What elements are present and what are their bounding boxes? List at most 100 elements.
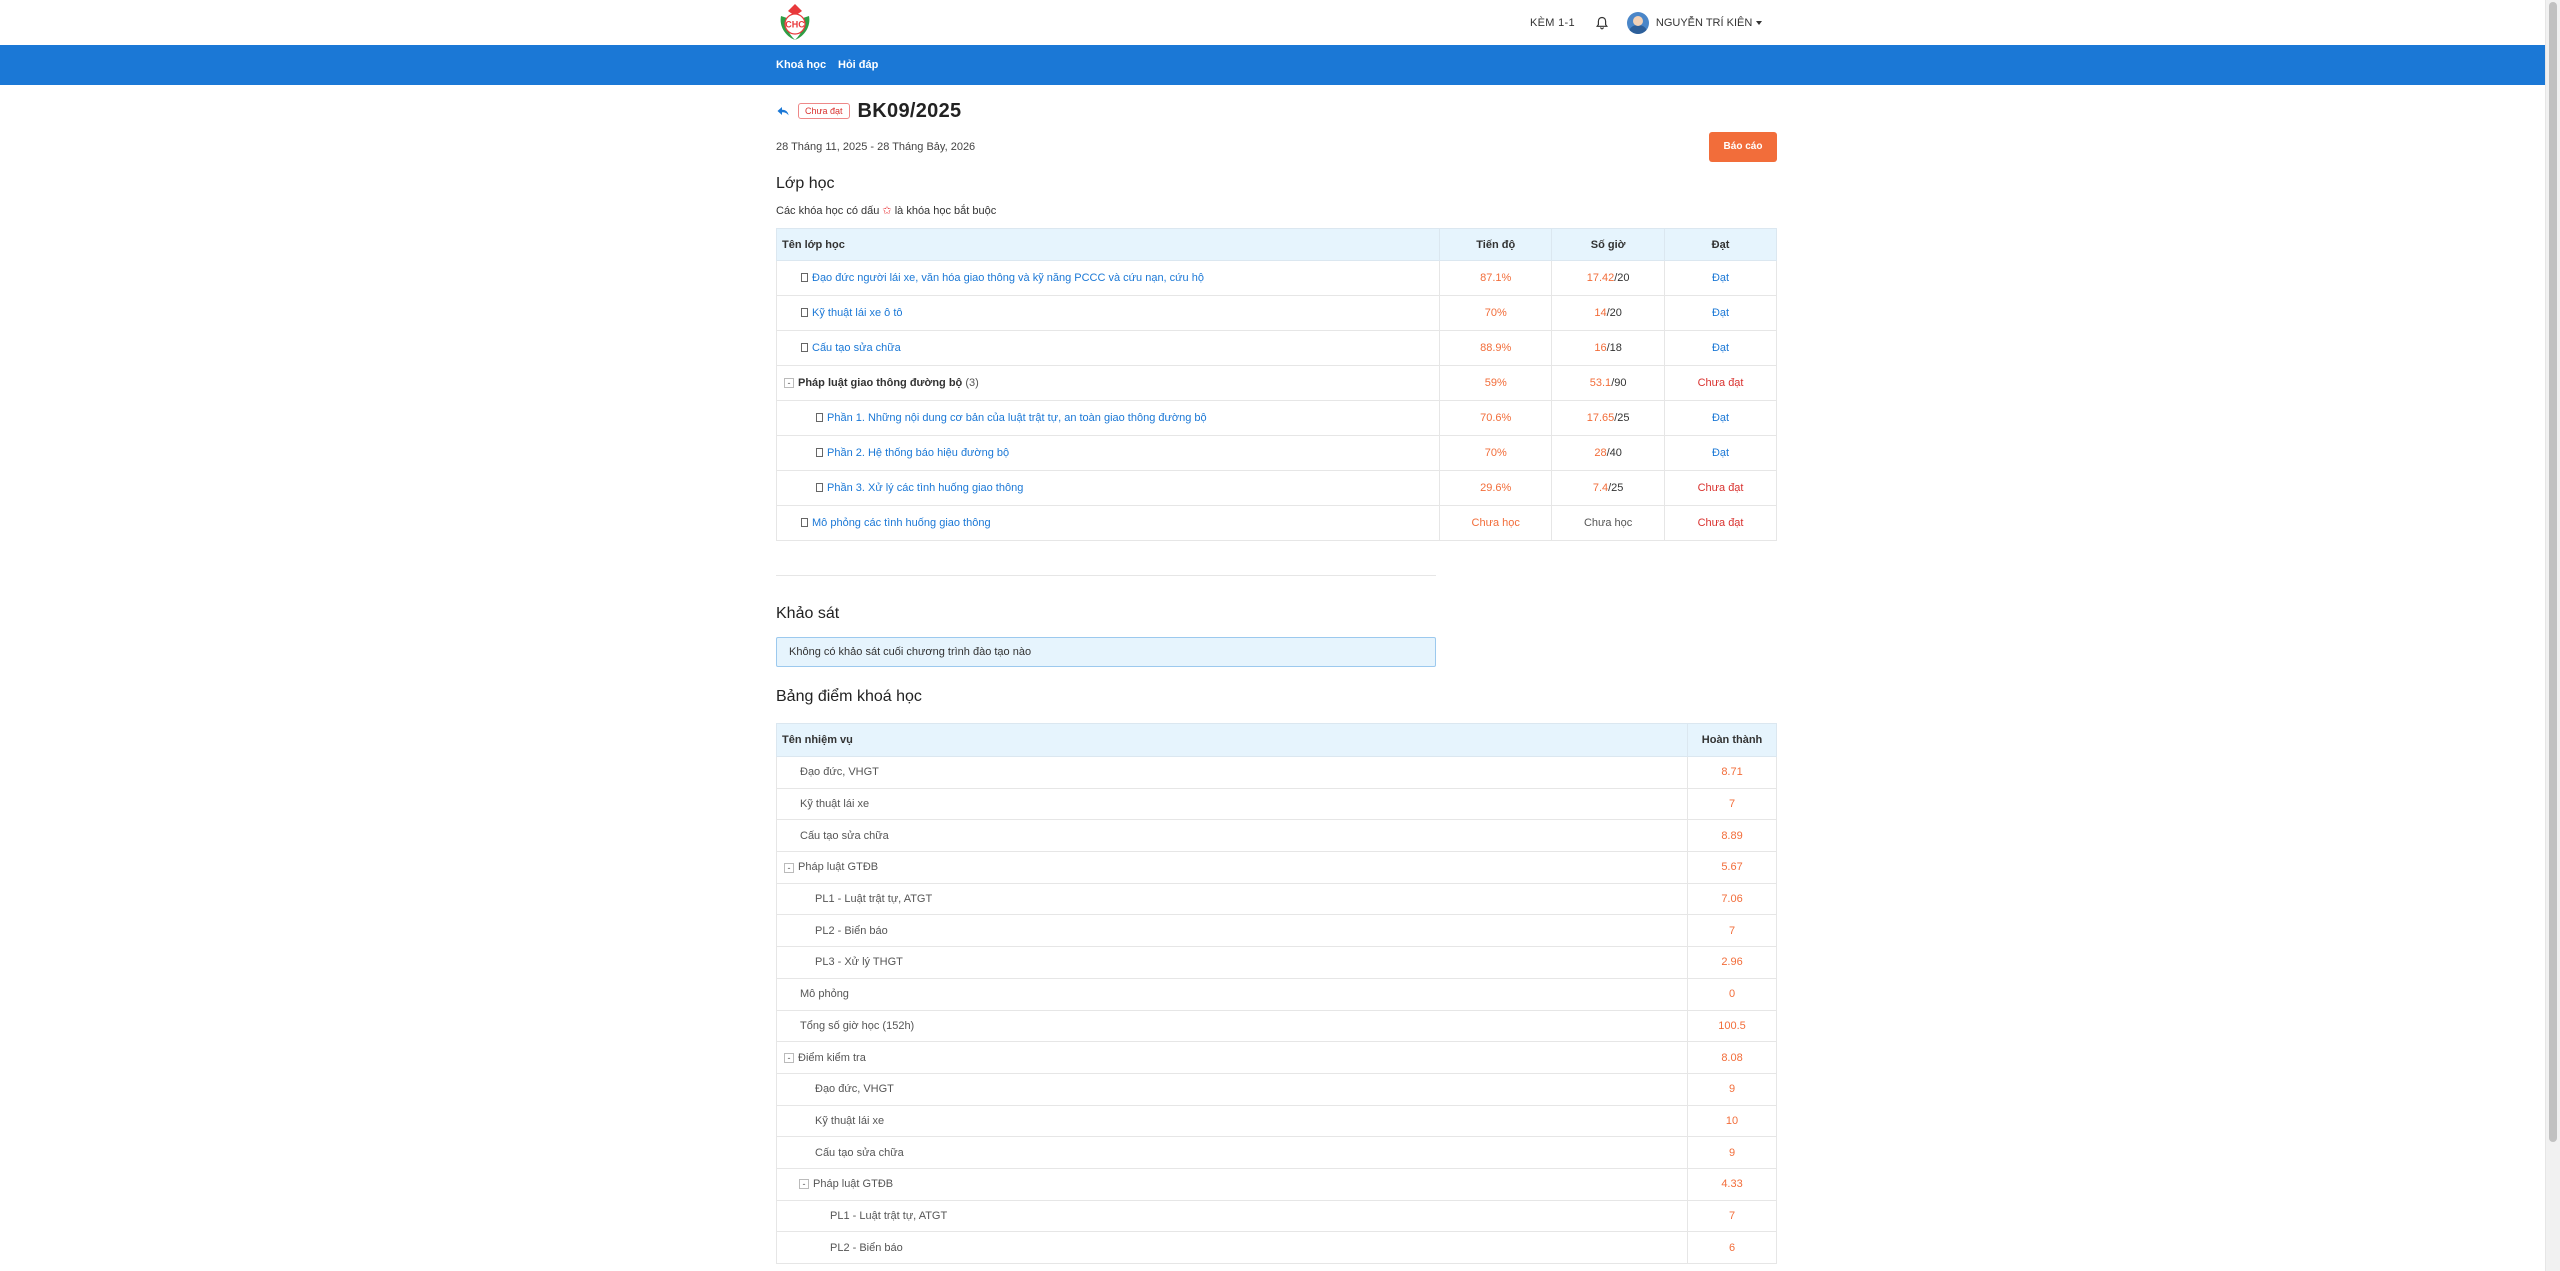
table-row: Đạo đức, VHGT 9 xyxy=(775,1072,1777,1106)
user-avatar[interactable] xyxy=(1626,11,1649,34)
task-name-cell: Cấu tạo sửa chữa xyxy=(775,1136,1689,1169)
hours-done: 17.65 xyxy=(1586,412,1615,424)
col-completion: Hoàn thành xyxy=(1687,723,1777,757)
page-scrollbar[interactable] xyxy=(2545,0,2560,1271)
user-menu[interactable]: NGUYỄN TRÍ KIÊN xyxy=(1655,16,1763,29)
note-text-before: Các khóa học có dấu xyxy=(776,205,880,217)
score-cell: 2.96 xyxy=(1687,946,1777,979)
table-row: Kỹ thuật lái xe 10 xyxy=(775,1104,1777,1138)
header-actions: KÈM 1-1 NGUYỄN TRÍ KIÊN xyxy=(1530,0,1763,45)
class-name-cell: Phần 2. Hệ thống báo hiệu đường bộ xyxy=(775,435,1441,471)
collapse-toggle-icon[interactable]: - xyxy=(784,1052,794,1063)
score-cell: 10 xyxy=(1687,1104,1777,1138)
table-row: PL2 - Biển báo 7 xyxy=(775,914,1777,948)
task-name-cell: PL3 - Xử lý THGT xyxy=(775,946,1689,979)
main-navbar: Khoá học Hỏi đáp xyxy=(0,45,2545,85)
progress-cell: 87.1% xyxy=(1439,260,1553,296)
score-cell: 7.06 xyxy=(1687,882,1777,916)
task-group-name: Pháp luật GTĐB xyxy=(798,861,879,874)
hours-cell: 17.65/25 xyxy=(1551,400,1666,436)
collapse-toggle-icon[interactable]: - xyxy=(784,862,794,873)
score-cell: 6 xyxy=(1687,1231,1777,1264)
course-title-row: Chưa đạt BK09/2025 xyxy=(776,96,961,126)
nav-khoa-hoc[interactable]: Khoá học xyxy=(776,45,826,85)
user-name: NGUYỄN TRÍ KIÊN xyxy=(1655,16,1753,29)
class-link[interactable]: Phần 2. Hệ thống báo hiệu đường bộ xyxy=(827,447,1009,459)
class-link[interactable]: Phần 3. Xử lý các tình huống giao thông xyxy=(827,482,1023,494)
class-group-count: (3) xyxy=(965,377,979,389)
hours-done: 17.42 xyxy=(1586,272,1615,284)
classes-table: Tên lớp học Tiến độ Số giờ Đạt Đạo đức n… xyxy=(775,228,1777,541)
table-row: Cấu tạo sửa chữa 8.89 xyxy=(775,819,1777,853)
hours-cell: 17.42/20 xyxy=(1551,260,1666,296)
star-icon: ✩ xyxy=(882,205,892,217)
result-cell: Đạt xyxy=(1664,330,1777,366)
logo-text: CHC xyxy=(785,20,805,30)
nav-hoi-dap[interactable]: Hỏi đáp xyxy=(838,45,878,85)
score-cell: 9 xyxy=(1687,1072,1777,1106)
task-name-cell: Cấu tạo sửa chữa xyxy=(775,819,1689,853)
class-link[interactable]: Mô phỏng các tình huống giao thông xyxy=(812,517,991,529)
class-name-cell: Cấu tạo sửa chữa xyxy=(775,330,1441,366)
hours-cell: 28/40 xyxy=(1551,435,1666,471)
class-link[interactable]: Đạo đức người lái xe, văn hóa giao thông… xyxy=(812,272,1204,284)
result-cell: Đạt xyxy=(1664,260,1777,296)
hours-total: /90 xyxy=(1611,377,1627,389)
class-name-cell: Kỹ thuật lái xe ô tô xyxy=(775,295,1441,331)
result-cell: Chưa đạt xyxy=(1664,470,1777,506)
task-group-name: Pháp luật GTĐB xyxy=(813,1178,894,1191)
class-link[interactable]: Kỹ thuật lái xe ô tô xyxy=(812,307,903,319)
table-row: Tổng số giờ học (152h) 100.5 xyxy=(775,1009,1777,1043)
hours-done: 16 xyxy=(1594,342,1607,354)
kem-1-1-link[interactable]: KÈM 1-1 xyxy=(1530,17,1575,29)
table-row: - Pháp luật GTĐB 4.33 xyxy=(775,1167,1777,1201)
class-link[interactable]: Cấu tạo sửa chữa xyxy=(812,342,901,354)
document-icon xyxy=(801,273,808,282)
scores-heading: Bảng điểm khoá học xyxy=(776,688,922,705)
table-row: Đạo đức, VHGT 8.71 xyxy=(775,756,1777,789)
task-group-name: Điểm kiểm tra xyxy=(798,1051,866,1064)
col-hours: Số giờ xyxy=(1551,228,1666,261)
survey-info-box: Không có khảo sát cuối chương trình đào … xyxy=(776,637,1436,667)
bell-icon[interactable] xyxy=(1595,16,1609,30)
score-cell: 0 xyxy=(1687,977,1777,1011)
scrollbar-thumb[interactable] xyxy=(2549,2,2557,1142)
task-name-cell: Kỹ thuật lái xe xyxy=(775,1104,1689,1138)
course-dates: 28 Tháng 11, 2025 - 28 Tháng Bảy, 2026 xyxy=(776,141,976,153)
hours-total: /20 xyxy=(1606,307,1622,319)
table-row: Cấu tạo sửa chữa 88.9% 16/18 Đạt xyxy=(775,330,1777,366)
task-name-cell: PL1 - Luật trật tự, ATGT xyxy=(775,1199,1689,1233)
progress-cell: 29.6% xyxy=(1439,470,1553,506)
hours-cell: 53.1/90 xyxy=(1551,365,1666,401)
score-cell: 8.08 xyxy=(1687,1041,1777,1074)
result-cell: Đạt xyxy=(1664,400,1777,436)
document-icon xyxy=(801,518,808,527)
table-row: Kỹ thuật lái xe ô tô 70% 14/20 Đạt xyxy=(775,295,1777,331)
back-arrow-icon[interactable] xyxy=(776,104,790,118)
table-row: PL1 - Luật trật tự, ATGT 7.06 xyxy=(775,882,1777,916)
result-cell: Chưa đạt xyxy=(1664,365,1777,401)
report-button[interactable]: Báo cáo xyxy=(1709,132,1777,162)
col-task-name: Tên nhiệm vụ xyxy=(775,723,1689,757)
score-cell: 5.67 xyxy=(1687,851,1777,884)
col-class-name: Tên lớp học xyxy=(775,228,1441,261)
note-text-after: là khóa học bắt buộc xyxy=(894,205,997,217)
table-row: Cấu tạo sửa chữa 9 xyxy=(775,1136,1777,1169)
hours-done: 7.4 xyxy=(1592,482,1609,494)
hours-done: 14 xyxy=(1594,307,1607,319)
score-cell: 8.89 xyxy=(1687,819,1777,853)
course-title: BK09/2025 xyxy=(857,99,962,122)
task-name-cell: Kỹ thuật lái xe xyxy=(775,787,1689,821)
class-link[interactable]: Phần 1. Những nội dung cơ bản của luật t… xyxy=(827,412,1207,424)
table-row: Mô phỏng các tình huống giao thông Chưa … xyxy=(775,505,1777,541)
document-icon xyxy=(816,448,823,457)
progress-cell: 70% xyxy=(1439,295,1553,331)
document-icon xyxy=(816,413,823,422)
document-icon xyxy=(816,483,823,492)
collapse-toggle-icon[interactable]: - xyxy=(799,1179,809,1190)
chc-logo[interactable]: CHC xyxy=(775,2,815,42)
collapse-toggle-icon[interactable]: - xyxy=(784,378,794,389)
col-result: Đạt xyxy=(1664,228,1777,261)
task-name-cell: PL2 - Biển báo xyxy=(775,1231,1689,1264)
score-cell: 7 xyxy=(1687,914,1777,948)
